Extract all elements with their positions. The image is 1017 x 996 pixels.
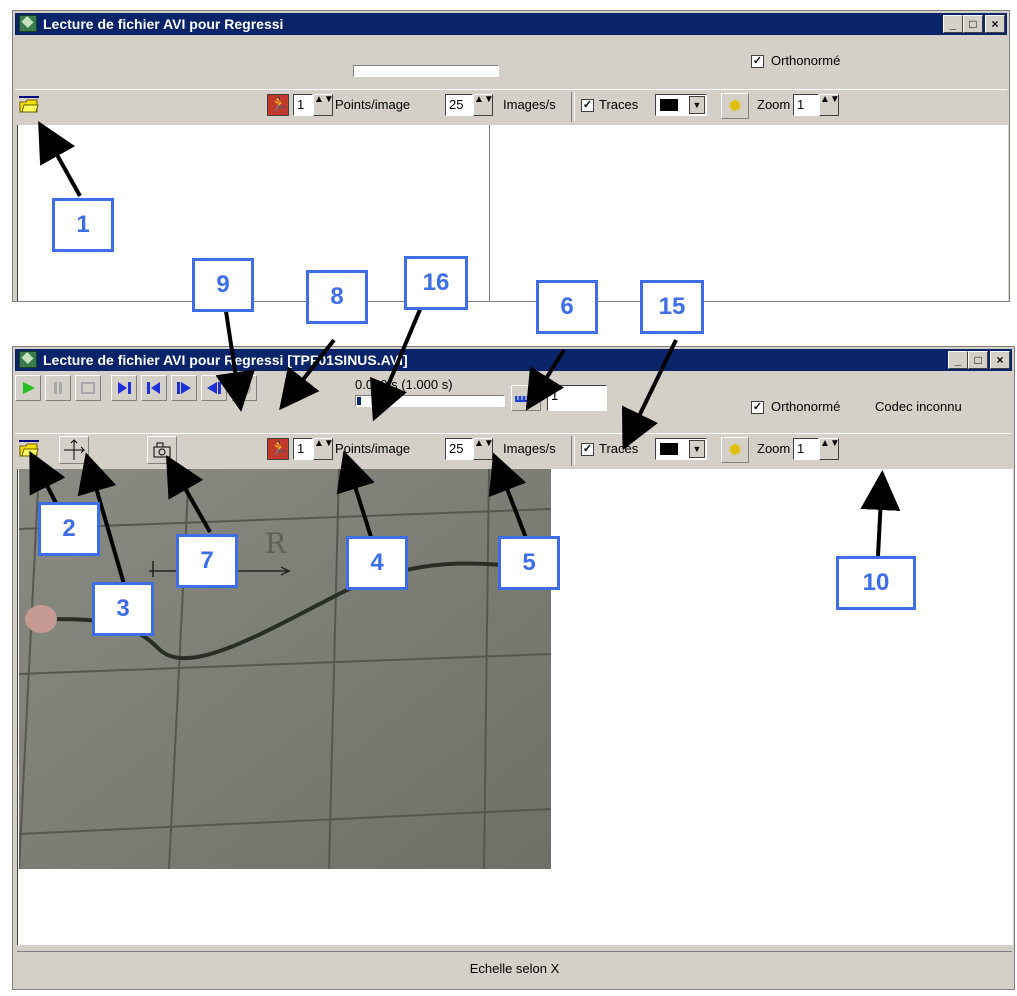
callout-10: 10 [836,556,916,610]
callout-3: 3 [92,582,154,636]
callout-5: 5 [498,536,560,590]
callout-7: 7 [176,534,238,588]
annotation-arrows [29,121,901,585]
callout-15: 15 [640,280,704,334]
callout-9: 9 [192,258,254,312]
callout-6: 6 [536,280,598,334]
callout-2: 2 [38,502,100,556]
callout-4: 4 [346,536,408,590]
callout-16: 16 [404,256,468,310]
callout-8: 8 [306,270,368,324]
callout-1: 1 [52,198,114,252]
